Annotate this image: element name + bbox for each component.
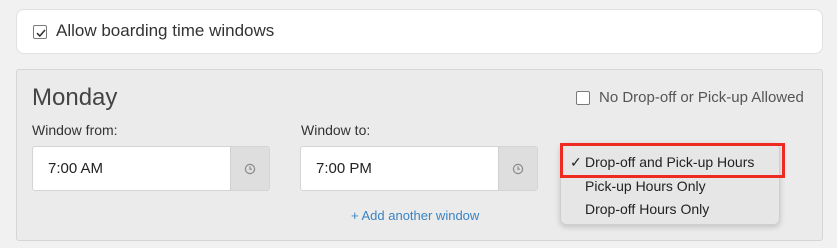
clock-icon bbox=[244, 163, 256, 175]
menu-option-label: Pick-up Hours Only bbox=[585, 178, 706, 194]
day-title: Monday bbox=[32, 84, 118, 111]
menu-option-label: Drop-off Hours Only bbox=[585, 201, 710, 217]
check-icon bbox=[36, 29, 46, 38]
window-from-label: Window from: bbox=[32, 122, 118, 138]
no-dropoff-checkbox[interactable] bbox=[576, 91, 590, 105]
boarding-options-card: Allow boarding time windows bbox=[16, 9, 823, 54]
selected-check-icon: ✓ bbox=[570, 154, 582, 170]
window-to-value[interactable]: 7:00 PM bbox=[316, 160, 372, 177]
allow-boarding-checkbox[interactable] bbox=[33, 25, 47, 39]
add-window-link[interactable]: + Add another window bbox=[351, 208, 479, 223]
window-from-input[interactable]: 7:00 AM bbox=[32, 146, 270, 191]
clock-icon bbox=[512, 163, 524, 175]
window-to-label: Window to: bbox=[301, 122, 371, 138]
allow-boarding-label[interactable]: Allow boarding time windows bbox=[56, 21, 274, 41]
hours-type-dropdown-menu: ✓ Drop-off and Pick-up Hours Pick-up Hou… bbox=[560, 143, 780, 225]
no-dropoff-label[interactable]: No Drop-off or Pick-up Allowed bbox=[599, 89, 804, 106]
menu-option-label: Drop-off and Pick-up Hours bbox=[585, 154, 755, 170]
window-from-value[interactable]: 7:00 AM bbox=[48, 160, 103, 177]
window-to-clock-button[interactable] bbox=[498, 147, 537, 190]
window-to-input[interactable]: 7:00 PM bbox=[300, 146, 538, 191]
window-from-clock-button[interactable] bbox=[230, 147, 269, 190]
